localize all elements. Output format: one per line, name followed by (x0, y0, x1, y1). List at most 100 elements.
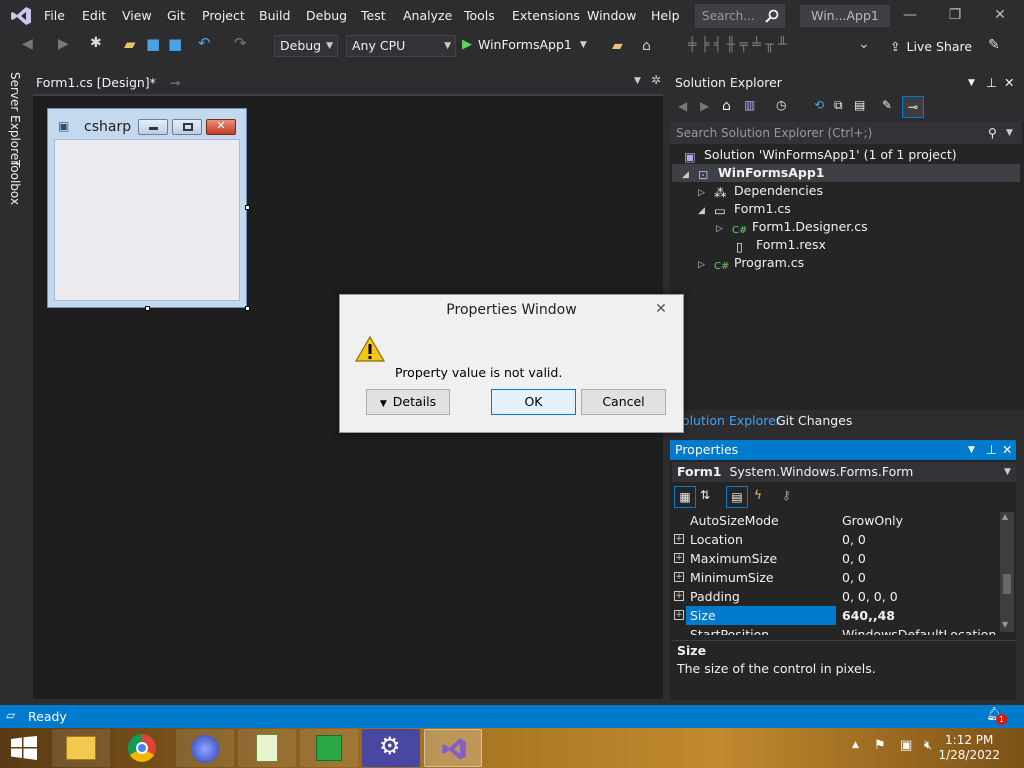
dialog-close-icon[interactable]: ✕ (649, 299, 673, 319)
close-icon[interactable]: ✕ (982, 4, 1018, 28)
property-row[interactable]: StartPosition WindowsDefaultLocation (672, 625, 1000, 635)
overflow-menu-icon[interactable]: ⌄ (858, 36, 870, 52)
scroll-down-icon[interactable]: ▼ (1002, 620, 1008, 629)
file-explorer-taskbar-icon[interactable] (52, 729, 110, 767)
feedback-icon[interactable]: ✎ (988, 37, 1000, 53)
restore-icon[interactable]: ❐ (937, 4, 973, 28)
solution-folder-icon[interactable]: ▰ (612, 38, 623, 54)
categorized-icon[interactable]: ▦ (674, 486, 696, 508)
expanded-arrow-icon[interactable]: ◢ (698, 202, 714, 220)
menu-debug[interactable]: Debug (306, 8, 347, 23)
property-value[interactable]: GrowOnly (842, 511, 1000, 530)
preview-selected-icon[interactable]: ⊸ (902, 96, 924, 118)
close-icon[interactable]: ✕ (1002, 440, 1012, 460)
menu-project[interactable]: Project (202, 8, 245, 23)
network-icon[interactable]: ▣ (900, 738, 912, 753)
chevron-down-icon[interactable]: ▼ (968, 72, 975, 94)
tab-form1-design[interactable]: Form1.cs [Design]* ⊸ ✕ (32, 73, 182, 110)
tree-item-dependencies[interactable]: ▷ ⁂ Dependencies (698, 182, 823, 200)
property-pages-icon[interactable]: ⚷ (782, 488, 791, 502)
property-value-input[interactable]: 640,,48 (842, 606, 1000, 625)
alphabetical-icon[interactable]: ⇅ (700, 488, 710, 502)
back-icon[interactable]: ◀ (678, 99, 687, 113)
form-client-area[interactable] (54, 139, 240, 301)
browser-icon[interactable]: ⌂ (642, 38, 651, 54)
toolbox-tab[interactable]: Toolbox (8, 160, 22, 205)
globe-app-taskbar-icon[interactable] (176, 729, 234, 767)
visual-studio-taskbar-icon[interactable] (424, 729, 482, 767)
property-value[interactable]: 0, 0 (842, 549, 1000, 568)
collapsed-arrow-icon[interactable]: ▷ (698, 256, 714, 274)
tab-git-changes[interactable]: Git Changes (776, 413, 852, 428)
tree-item-form1-resx[interactable]: ▯ Form1.resx (732, 236, 826, 254)
property-value[interactable]: 0, 0 (842, 530, 1000, 549)
details-button[interactable]: ▼ Details (366, 389, 450, 415)
taskbar-clock[interactable]: 1:12 PM 1/28/2022 (938, 733, 1000, 763)
navigate-back-icon[interactable]: ◀ (22, 36, 38, 52)
tree-item-form1[interactable]: ◢ ▭ Form1.cs (698, 200, 791, 218)
property-row[interactable]: AutoSizeMode GrowOnly (672, 511, 1000, 530)
resize-handle-right[interactable] (245, 205, 250, 210)
forward-icon[interactable]: ▶ (700, 99, 709, 113)
menu-edit[interactable]: Edit (82, 8, 106, 23)
properties-view-icon[interactable]: ▤ (726, 486, 748, 508)
windows-start-icon[interactable] (10, 736, 38, 760)
settings-taskbar-icon[interactable]: ⚙ (362, 729, 420, 767)
chevron-down-icon[interactable]: ▼ (968, 440, 975, 460)
tab-solution-explorer[interactable]: Solution Explorer (674, 413, 781, 428)
save-all-icon[interactable]: ■ (168, 35, 184, 53)
menu-window[interactable]: Window (587, 8, 636, 23)
home-icon[interactable]: ⌂ (722, 98, 731, 114)
ok-button[interactable]: OK (491, 389, 576, 415)
scroll-up-icon[interactable]: ▲ (1002, 512, 1008, 521)
tree-item-program[interactable]: ▷ C# Program.cs (698, 254, 804, 272)
menu-extensions[interactable]: Extensions (512, 8, 580, 23)
property-row[interactable]: + MinimumSize 0, 0 (672, 568, 1000, 587)
live-share-button[interactable]: ⇪ Live Share (890, 39, 972, 54)
chrome-taskbar-icon[interactable] (114, 729, 172, 767)
properties-scrollbar[interactable]: ▲ ▼ (1000, 512, 1014, 632)
pin-icon[interactable]: ⊥ (986, 72, 997, 94)
notepad-taskbar-icon[interactable] (238, 729, 296, 767)
pending-changes-icon[interactable]: ◷ (776, 98, 786, 112)
events-lightning-icon[interactable]: ϟ (754, 488, 762, 502)
resize-handle-corner[interactable] (245, 306, 250, 311)
expand-plus-icon[interactable]: + (674, 610, 684, 620)
expanded-arrow-icon[interactable]: ◢ (682, 166, 698, 184)
menu-help[interactable]: Help (651, 8, 680, 23)
redo-icon[interactable]: ↷ (234, 34, 250, 52)
solution-search-input[interactable]: Search Solution Explorer (Ctrl+;) ⚲ ▼ (670, 122, 1022, 144)
show-all-files-icon[interactable]: ▤ (854, 98, 865, 112)
platform-select[interactable]: Any CPU ▼ (346, 35, 456, 57)
expand-plus-icon[interactable]: + (674, 572, 684, 582)
action-center-flag-icon[interactable]: ⚑ (874, 738, 886, 753)
volume-muted-icon[interactable]: 🔇︎ (924, 738, 932, 753)
navigate-forward-icon[interactable]: ▶ (58, 36, 74, 52)
close-icon[interactable]: ✕ (1004, 72, 1014, 94)
save-icon[interactable]: ■ (146, 35, 162, 53)
search-input[interactable]: Search... (695, 4, 785, 28)
expand-plus-icon[interactable]: + (674, 553, 684, 563)
collapsed-arrow-icon[interactable]: ▷ (716, 220, 732, 238)
property-row[interactable]: + MaximumSize 0, 0 (672, 549, 1000, 568)
cancel-button[interactable]: Cancel (581, 389, 666, 415)
menu-tools[interactable]: Tools (464, 8, 495, 23)
server-explorer-tab[interactable]: Server Explorer (8, 72, 22, 165)
property-value[interactable]: 0, 0 (842, 568, 1000, 587)
menu-git[interactable]: Git (167, 8, 185, 23)
property-row[interactable]: + Padding 0, 0, 0, 0 (672, 587, 1000, 606)
property-value[interactable]: WindowsDefaultLocation (842, 625, 1000, 635)
property-row[interactable]: + Location 0, 0 (672, 530, 1000, 549)
expand-plus-icon[interactable]: + (674, 534, 684, 544)
menu-view[interactable]: View (122, 8, 152, 23)
chevron-down-icon[interactable]: ▼ (1006, 122, 1013, 144)
pin-icon[interactable]: ⊥ (986, 440, 997, 460)
configuration-select[interactable]: Debug ▼ (274, 35, 338, 57)
open-folder-icon[interactable]: ▰ (124, 35, 140, 53)
menu-test[interactable]: Test (361, 8, 386, 23)
chevron-down-icon[interactable]: ▼ (634, 76, 641, 86)
switch-views-icon[interactable]: ▥ (744, 98, 755, 112)
designer-form[interactable]: ▣ csharp ✕ (47, 108, 247, 308)
gear-icon[interactable]: ✲ (651, 73, 661, 87)
store-taskbar-icon[interactable] (300, 729, 358, 767)
